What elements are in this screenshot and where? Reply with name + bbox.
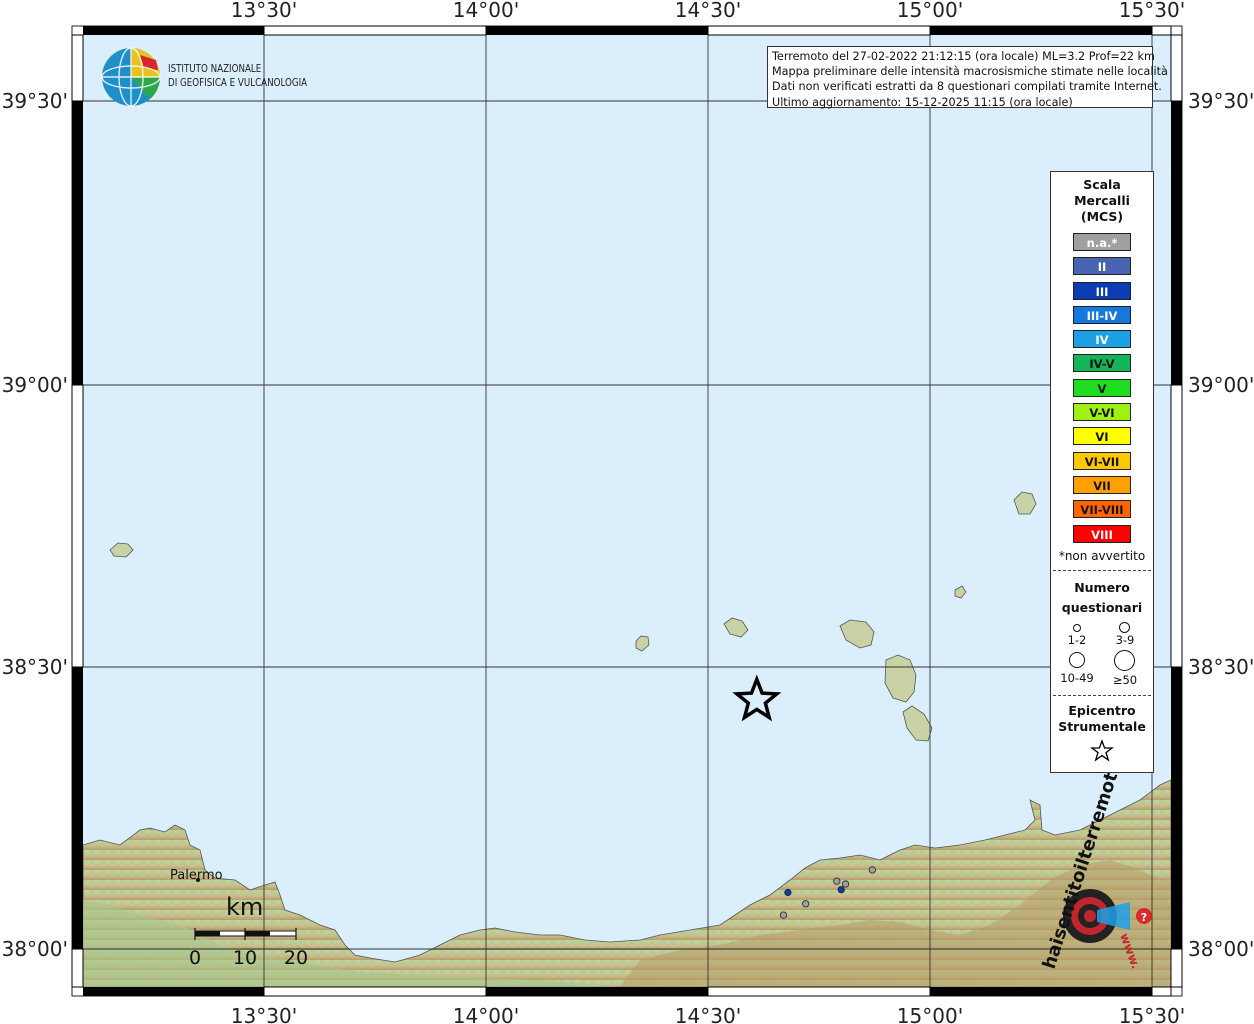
mcs-scale-item: IV: [1073, 330, 1131, 349]
lon-labels-bottom: 13°30' 14°00' 14°30' 15°00' 15°30': [231, 1004, 1185, 1024]
info-line-1: Terremoto del 27-02-2022 21:12:15 (ora l…: [772, 50, 1155, 63]
lon-labels-top: 13°30' 14°00' 14°30' 15°00' 15°30': [231, 0, 1185, 22]
mcs-scale-item: V-VI: [1073, 403, 1131, 422]
scale-tick: 20: [284, 947, 308, 969]
observation-marker: [779, 911, 788, 919]
lat-label: 39°30': [1188, 89, 1254, 113]
mcs-scale-item: III: [1073, 281, 1131, 300]
institute-line-2: DI GEOFISICA E VULCANOLOGIA: [168, 76, 308, 89]
epicenter-title: Epicentro Strumentale: [1051, 703, 1153, 735]
lon-label: 14°00': [453, 1004, 519, 1024]
scale-tick: 0: [189, 947, 201, 969]
observation-marker: [868, 866, 876, 874]
lon-label: 13°30': [231, 1004, 297, 1024]
observation-marker: [784, 888, 792, 897]
mcs-scale-item: VII-VIII: [1073, 500, 1131, 519]
count-circles: 1-2 3-9 10-49 ≥50: [1051, 618, 1153, 688]
count-title: Numero questionari: [1051, 578, 1153, 618]
mcs-scale-item: VI-VII: [1073, 451, 1131, 470]
mcs-scale-item: III-IV: [1073, 305, 1131, 324]
legend-star-icon: [1090, 738, 1114, 762]
info-line-3: Dati non verificati estratti da 8 questi…: [772, 80, 1162, 94]
mcs-scale-item: n.a.*: [1073, 233, 1131, 251]
count-circle-medium-icon: [1119, 621, 1130, 633]
observation-marker: [837, 886, 845, 894]
mcs-scale-item: V: [1073, 378, 1131, 397]
count-label: ≥50: [1112, 672, 1138, 687]
lat-label: 39°00': [2, 373, 68, 397]
lon-label: 14°30': [675, 0, 741, 22]
lon-label: 15°30': [1119, 1004, 1185, 1024]
count-label: 10-49: [1060, 670, 1094, 685]
question-mark-icon: ?: [1141, 911, 1147, 924]
count-title-line: questionari: [1061, 599, 1143, 615]
mcs-scale-item: VI: [1073, 427, 1131, 446]
mcs-scale-list: n.a.* II III III-IV IV IV-V V V-VI VI VI-VII VII VI…: [1051, 233, 1153, 543]
event-info-box: Terremoto del 27-02-2022 21:12:15 (ora l…: [767, 46, 1168, 109]
legend-title-line: Scala: [1083, 177, 1121, 192]
lat-labels-right: 39°30' 39°00' 38°30' 38°00': [1188, 89, 1254, 961]
ingv-institute-name: ISTITUTO NAZIONALE DI GEOFISICA E VULCAN…: [168, 62, 307, 90]
info-line-2: Mappa preliminare delle intensità macros…: [772, 65, 1168, 79]
legend-title-line: (MCS): [1080, 209, 1124, 224]
lon-label: 15°00': [897, 1004, 963, 1024]
lon-label: 13°30': [231, 0, 297, 22]
lat-label: 38°00': [2, 937, 68, 961]
mcs-scale-item: II: [1073, 257, 1131, 276]
institute-line-1: ISTITUTO NAZIONALE: [168, 62, 262, 75]
scale-tick: 10: [233, 947, 257, 969]
epicenter-title-line: Strumentale: [1058, 718, 1146, 734]
observation-marker: [841, 880, 850, 888]
lat-labels-left: 39°30' 39°00' 38°30' 38°00': [2, 89, 68, 961]
scale-unit: km: [226, 893, 263, 921]
count-circle-xlarge-icon: [1114, 649, 1135, 671]
count-title-line: Numero: [1074, 579, 1130, 595]
observation-marker: [802, 900, 810, 908]
observation-marker: [833, 877, 841, 885]
count-circle-small-icon: [1073, 623, 1081, 632]
lat-label: 38°30': [2, 655, 68, 679]
legend-divider: [1053, 569, 1151, 571]
legend-title-line: Mercalli: [1074, 193, 1130, 208]
epicenter-title-line: Epicentro: [1068, 702, 1136, 718]
lon-label: 15°00': [897, 0, 963, 22]
ingv-logo-icon: [101, 47, 161, 107]
count-label: 1-2: [1067, 632, 1087, 647]
lat-label: 38°00': [1188, 937, 1254, 961]
mcs-scale-item: IV-V: [1073, 354, 1131, 373]
info-line-4: Ultimo aggiornamento: 15-12-2025 11:15 (…: [772, 95, 1073, 109]
lat-label: 38°30': [1188, 655, 1254, 679]
mcs-scale-item: VIII: [1073, 524, 1131, 543]
mcs-scale-item: VII: [1073, 475, 1131, 494]
lon-label: 15°30': [1119, 0, 1185, 22]
count-label: 3-9: [1115, 632, 1135, 647]
count-circle-large-icon: [1069, 651, 1085, 668]
legend-note: *non avvertito: [1058, 548, 1146, 563]
legend-panel: Scala Mercalli (MCS) n.a.* II III III-IV IV I…: [1050, 171, 1154, 773]
lon-label: 14°00': [453, 0, 519, 22]
place-label-palermo: Palermo: [170, 868, 223, 883]
lat-label: 39°00': [1188, 373, 1254, 397]
legend-divider: [1053, 694, 1151, 696]
lat-label: 39°30': [2, 89, 68, 113]
lon-label: 14°30': [675, 1004, 741, 1024]
legend-title: Scala Mercalli (MCS): [1051, 177, 1153, 225]
